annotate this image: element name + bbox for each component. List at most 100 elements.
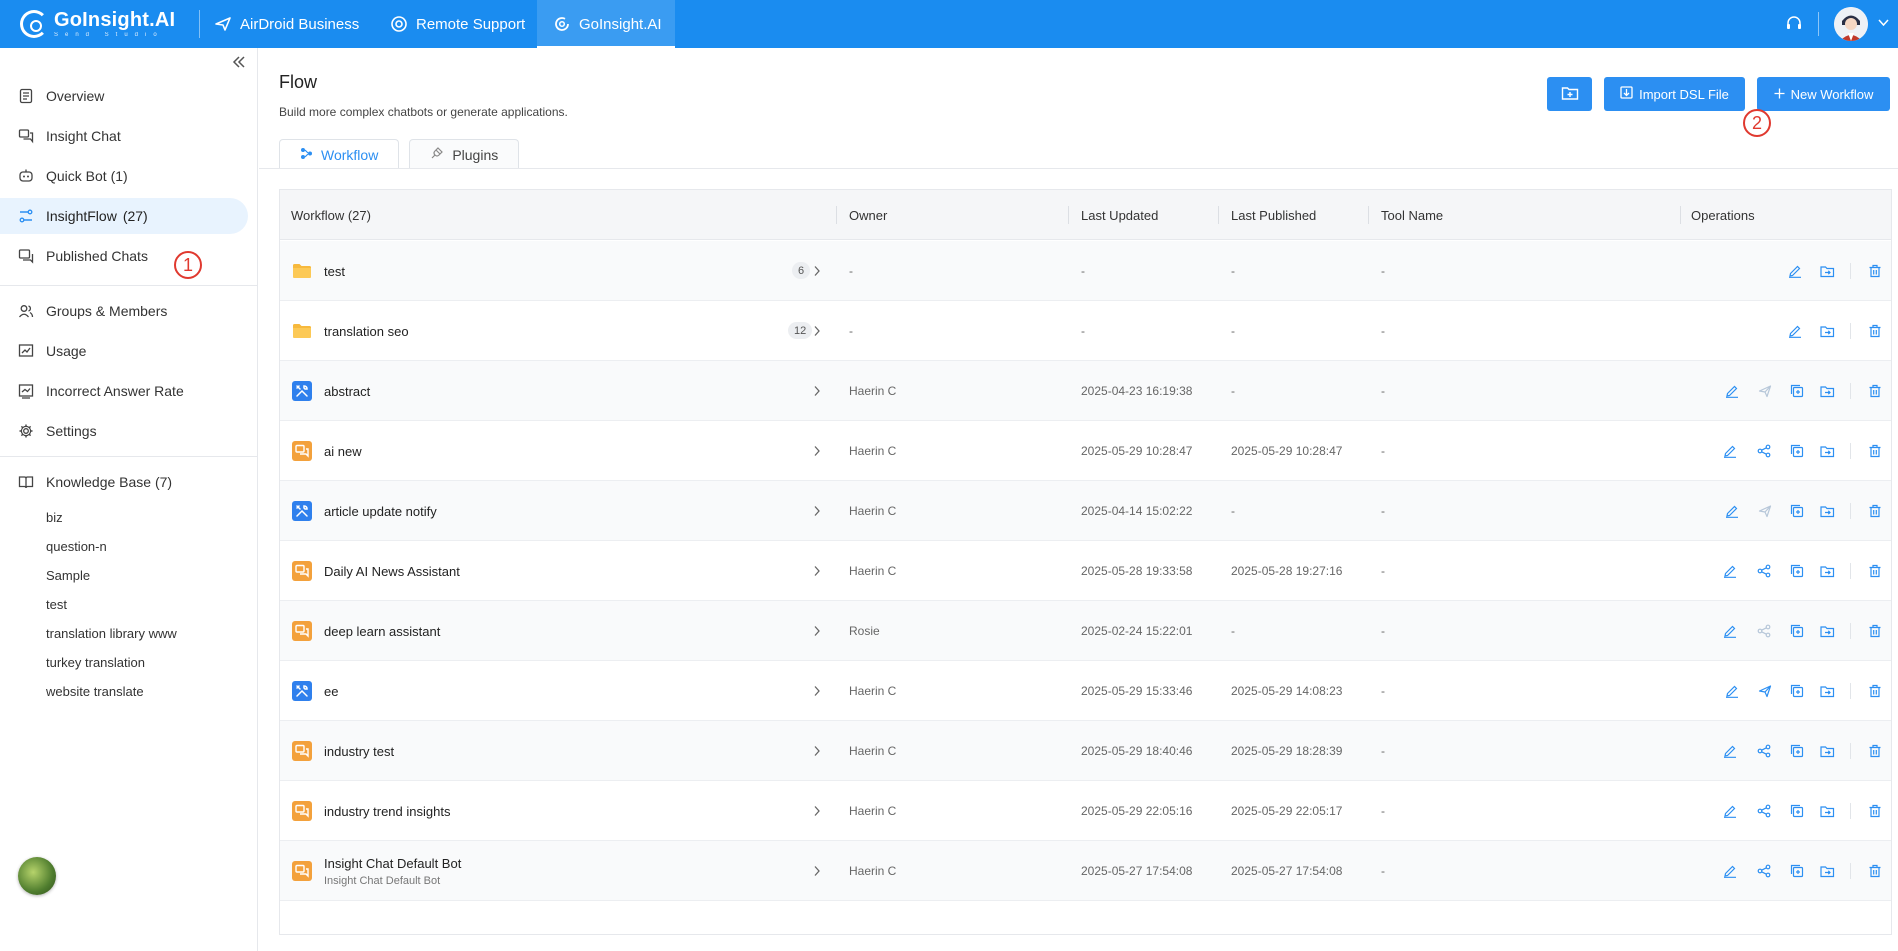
share-icon[interactable]	[1754, 801, 1774, 821]
user-avatar[interactable]	[1834, 7, 1868, 41]
goinsight-logo[interactable]: GoInsight.AI Send Studio	[20, 5, 180, 43]
move-folder-icon[interactable]	[1817, 501, 1837, 521]
move-folder-icon[interactable]	[1817, 561, 1837, 581]
share-icon[interactable]	[1754, 621, 1774, 641]
workflow-name[interactable]: abstract	[324, 384, 370, 399]
publish-icon[interactable]	[1755, 381, 1775, 401]
workflow-name[interactable]: Daily AI News Assistant	[324, 564, 460, 579]
edit-icon[interactable]	[1785, 261, 1805, 281]
table-row[interactable]: industry trend insights Haerin C 2025-05-2…	[280, 781, 1891, 841]
workflow-name[interactable]: deep learn assistant	[324, 624, 440, 639]
share-icon[interactable]	[1754, 861, 1774, 881]
knowledge-base-item[interactable]: test	[46, 597, 67, 612]
chevron-right-icon[interactable]	[813, 301, 821, 361]
share-icon[interactable]	[1754, 441, 1774, 461]
sidebar-item-overview[interactable]: Overview	[0, 78, 248, 114]
header-last-published[interactable]: Last Published	[1231, 190, 1316, 240]
delete-icon[interactable]	[1865, 561, 1885, 581]
tab-workflow[interactable]: Workflow	[279, 139, 400, 169]
edit-icon[interactable]	[1722, 501, 1742, 521]
duplicate-icon[interactable]	[1787, 861, 1807, 881]
delete-icon[interactable]	[1865, 801, 1885, 821]
move-folder-icon[interactable]	[1817, 861, 1837, 881]
table-row[interactable]: ee Haerin C 2025-05-29 15:33:46 2025-05-29 …	[280, 661, 1891, 721]
folder-row[interactable]: translation seo 12 - - - -	[280, 301, 1891, 361]
delete-icon[interactable]	[1865, 321, 1885, 341]
chevron-right-icon[interactable]	[813, 661, 821, 721]
assistant-avatar[interactable]	[18, 857, 56, 895]
duplicate-icon[interactable]	[1787, 741, 1807, 761]
workflow-name[interactable]: ai new	[324, 444, 362, 459]
sidebar-item-knowledge-base[interactable]: Knowledge Base (7)	[0, 464, 248, 500]
new-folder-button[interactable]	[1547, 77, 1592, 111]
folder-row[interactable]: test 6 - - - -	[280, 241, 1891, 301]
import-dsl-button[interactable]: Import DSL File	[1604, 77, 1745, 111]
support-headset-icon[interactable]	[1784, 14, 1804, 34]
edit-icon[interactable]	[1720, 441, 1740, 461]
chevron-right-icon[interactable]	[813, 241, 821, 301]
move-folder-icon[interactable]	[1817, 801, 1837, 821]
edit-icon[interactable]	[1722, 681, 1742, 701]
delete-icon[interactable]	[1865, 681, 1885, 701]
nav-airdroid-business[interactable]: AirDroid Business	[214, 0, 359, 48]
duplicate-icon[interactable]	[1787, 801, 1807, 821]
move-folder-icon[interactable]	[1817, 321, 1837, 341]
table-row[interactable]: Insight Chat Default Bot Insight Chat Def…	[280, 841, 1891, 901]
sidebar-item-incorrect-answer-rate[interactable]: Incorrect Answer Rate	[0, 373, 248, 409]
delete-icon[interactable]	[1865, 381, 1885, 401]
duplicate-icon[interactable]	[1787, 441, 1807, 461]
move-folder-icon[interactable]	[1817, 681, 1837, 701]
workflow-name[interactable]: industry trend insights	[324, 804, 450, 819]
table-row[interactable]: article update notify Haerin C 2025-04-14 …	[280, 481, 1891, 541]
move-folder-icon[interactable]	[1817, 621, 1837, 641]
sidebar-item-insightflow[interactable]: InsightFlow (27)	[0, 198, 248, 234]
edit-icon[interactable]	[1720, 861, 1740, 881]
table-row[interactable]: industry test Haerin C 2025-05-29 18:40:46…	[280, 721, 1891, 781]
workflow-name[interactable]: Insight Chat Default Bot	[324, 856, 461, 871]
workflow-name[interactable]: translation seo	[324, 324, 409, 339]
duplicate-icon[interactable]	[1787, 621, 1807, 641]
duplicate-icon[interactable]	[1787, 561, 1807, 581]
sidebar-item-usage[interactable]: Usage	[0, 333, 248, 369]
delete-icon[interactable]	[1865, 261, 1885, 281]
delete-icon[interactable]	[1865, 861, 1885, 881]
chevron-right-icon[interactable]	[813, 721, 821, 781]
workflow-name[interactable]: test	[324, 264, 345, 279]
knowledge-base-item[interactable]: biz	[46, 510, 63, 525]
share-icon[interactable]	[1754, 741, 1774, 761]
publish-icon[interactable]	[1755, 681, 1775, 701]
sidebar-item-quick-bot[interactable]: Quick Bot (1)	[0, 158, 248, 194]
delete-icon[interactable]	[1865, 441, 1885, 461]
new-workflow-button[interactable]: New Workflow	[1757, 77, 1890, 111]
header-last-updated[interactable]: Last Updated	[1081, 190, 1158, 240]
header-owner[interactable]: Owner	[849, 190, 887, 240]
knowledge-base-item[interactable]: website translate	[46, 684, 144, 699]
delete-icon[interactable]	[1865, 741, 1885, 761]
edit-icon[interactable]	[1720, 801, 1740, 821]
tab-plugins[interactable]: Plugins	[409, 139, 520, 169]
workflow-name[interactable]: industry test	[324, 744, 394, 759]
edit-icon[interactable]	[1720, 561, 1740, 581]
knowledge-base-item[interactable]: turkey translation	[46, 655, 145, 670]
nav-goinsight[interactable]: GoInsight.AI	[537, 0, 675, 48]
chevron-right-icon[interactable]	[813, 601, 821, 661]
duplicate-icon[interactable]	[1787, 381, 1807, 401]
table-row[interactable]: Daily AI News Assistant Haerin C 2025-05-2…	[280, 541, 1891, 601]
edit-icon[interactable]	[1720, 741, 1740, 761]
edit-icon[interactable]	[1722, 381, 1742, 401]
chevron-right-icon[interactable]	[813, 541, 821, 601]
workflow-name[interactable]: ee	[324, 684, 338, 699]
table-row[interactable]: ai new Haerin C 2025-05-29 10:28:47 2025-05…	[280, 421, 1891, 481]
sidebar-item-published-chats[interactable]: Published Chats	[0, 238, 248, 274]
edit-icon[interactable]	[1785, 321, 1805, 341]
sidebar-item-groups-members[interactable]: Groups & Members	[0, 293, 248, 329]
chevron-right-icon[interactable]	[813, 481, 821, 541]
chevron-right-icon[interactable]	[813, 841, 821, 901]
edit-icon[interactable]	[1720, 621, 1740, 641]
chevron-right-icon[interactable]	[813, 421, 821, 481]
move-folder-icon[interactable]	[1817, 261, 1837, 281]
chevron-right-icon[interactable]	[813, 781, 821, 841]
move-folder-icon[interactable]	[1817, 441, 1837, 461]
duplicate-icon[interactable]	[1787, 681, 1807, 701]
share-icon[interactable]	[1754, 561, 1774, 581]
